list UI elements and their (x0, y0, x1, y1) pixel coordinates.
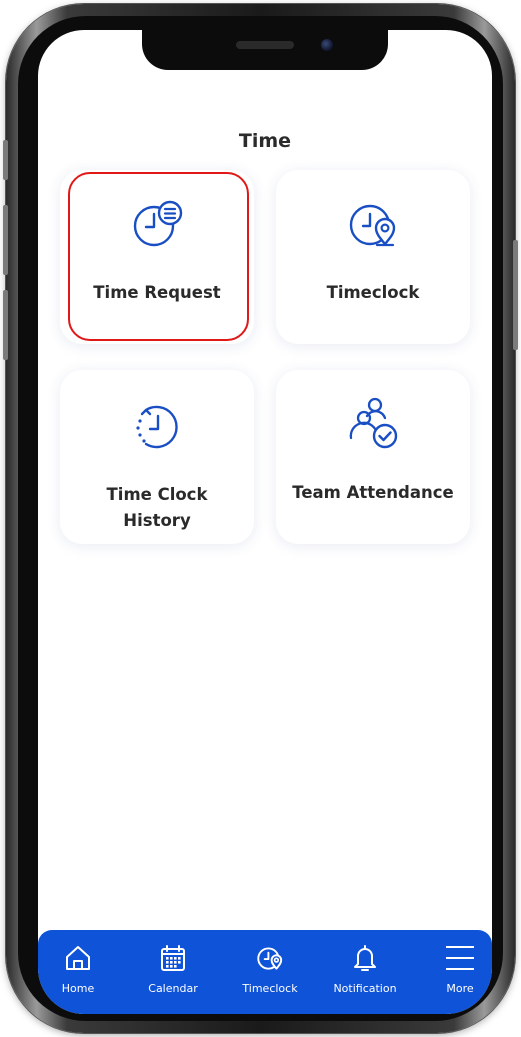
page-title: Time (238, 130, 292, 152)
front-camera (321, 39, 333, 51)
clock-list-icon (133, 200, 183, 247)
tab-label: Home (61, 982, 95, 995)
home-icon (66, 946, 90, 970)
tab-label: Timeclock (242, 982, 298, 995)
bottom-tab-bar: Home Calendar Timeclock Notification Mor… (38, 930, 492, 1014)
tile-label: Time Request (93, 283, 221, 302)
tile-label: Timeclock (326, 283, 420, 302)
tab-more[interactable]: More (420, 930, 492, 1014)
clock-location-icon (257, 947, 283, 970)
time-clock-history-tile[interactable]: Time Clock History (60, 370, 254, 544)
tile-label: Team Attendance (292, 483, 454, 502)
tile-label-line1: Time Clock (106, 485, 208, 504)
mute-switch (3, 140, 8, 180)
team-attendance-tile[interactable]: Team Attendance (276, 370, 470, 544)
bell-icon (354, 945, 376, 971)
notch (142, 30, 388, 70)
time-request-tile[interactable]: Time Request (60, 170, 254, 344)
team-check-icon (349, 397, 398, 449)
tab-label: Calendar (148, 982, 198, 995)
volume-down-button (3, 290, 8, 360)
clock-location-icon (349, 204, 396, 247)
tab-calendar[interactable]: Calendar (133, 930, 213, 1014)
tab-label: More (446, 982, 474, 995)
speaker (236, 41, 294, 49)
calendar-icon (161, 945, 185, 971)
menu-icon (446, 946, 474, 970)
tile-label-line2: History (123, 511, 191, 530)
tab-label: Notification (333, 982, 397, 995)
tab-home[interactable]: Home (38, 930, 118, 1014)
clock-history-icon (136, 405, 178, 449)
tab-timeclock[interactable]: Timeclock (230, 930, 310, 1014)
timeclock-tile[interactable]: Timeclock (276, 170, 470, 344)
power-button (513, 240, 518, 350)
tab-notification[interactable]: Notification (325, 930, 405, 1014)
app-screen: Time Time Request Timeclock Time Clock H… (38, 30, 492, 1014)
volume-up-button (3, 205, 8, 275)
